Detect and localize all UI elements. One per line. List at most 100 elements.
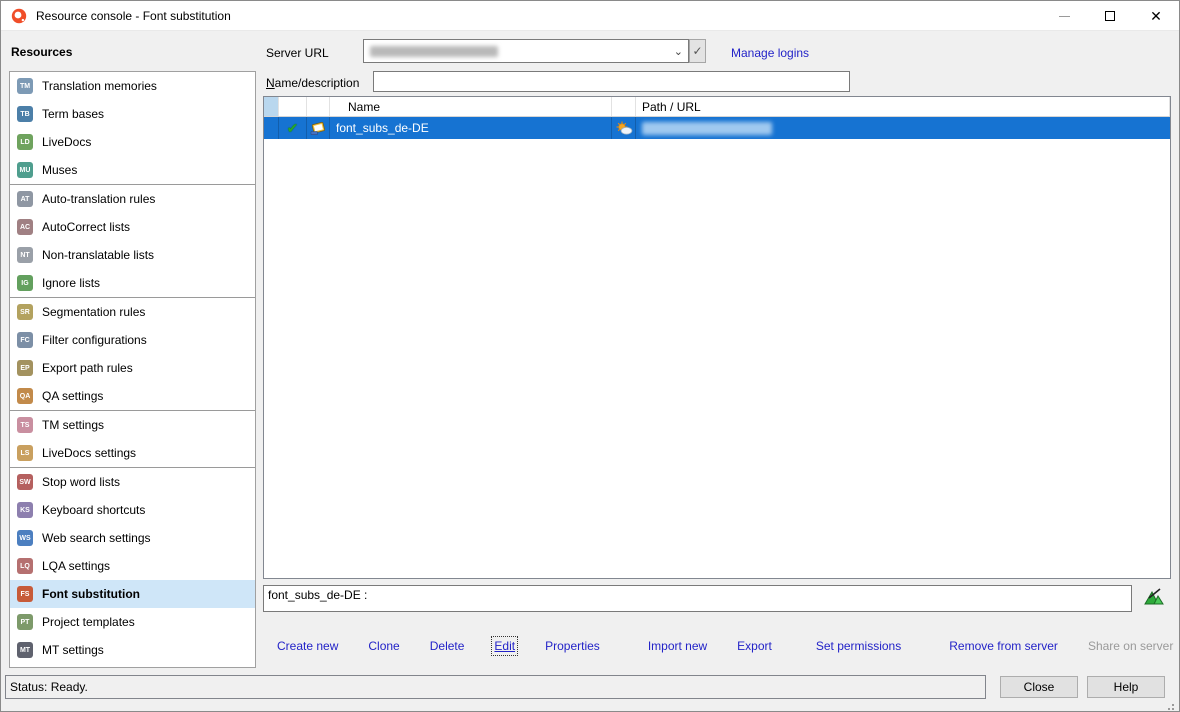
muses-icon: MU bbox=[17, 162, 33, 178]
apply-description-button[interactable] bbox=[1143, 587, 1165, 607]
sidebar-item-translation-memories[interactable]: TM Translation memories bbox=[10, 72, 255, 100]
term-bases-icon: TB bbox=[17, 106, 33, 122]
sidebar-item-label: LiveDocs settings bbox=[42, 446, 137, 460]
chevron-down-icon: ⌄ bbox=[673, 46, 683, 58]
table-row[interactable]: ✔ font_subs_de-DE bbox=[264, 117, 1170, 139]
properties-link[interactable]: Properties bbox=[545, 639, 600, 653]
name-description-mnemonic: N bbox=[266, 76, 275, 90]
close-window-button[interactable]: ✕ bbox=[1133, 1, 1179, 31]
sidebar-item-label: Ignore lists bbox=[42, 276, 101, 290]
cloud-resource-icon bbox=[616, 121, 632, 135]
manage-logins-link[interactable]: Manage logins bbox=[731, 46, 809, 60]
sidebar-item-label: Stop word lists bbox=[42, 475, 121, 489]
edit-link[interactable]: Edit bbox=[491, 636, 519, 656]
sidebar-item-label: Font substitution bbox=[42, 587, 140, 601]
mt-settings-icon: MT bbox=[17, 642, 33, 658]
resource-type-icon bbox=[310, 121, 325, 135]
sidebar-item-label: AutoCorrect lists bbox=[42, 220, 131, 234]
maximize-icon bbox=[1105, 11, 1115, 21]
name-description-input[interactable] bbox=[373, 71, 850, 92]
clone-link[interactable]: Clone bbox=[368, 639, 399, 653]
sidebar-item-project-templates[interactable]: PT Project templates bbox=[10, 608, 255, 636]
sidebar-item-web-search-settings[interactable]: WS Web search settings bbox=[10, 524, 255, 552]
close-button[interactable]: Close bbox=[1000, 676, 1078, 698]
sidebar-item-auto-translation-rules[interactable]: AT Auto-translation rules bbox=[10, 185, 255, 213]
keyboard-shortcuts-icon: KS bbox=[17, 502, 33, 518]
resource-console-window: Resource console - Font substitution ✕ R… bbox=[0, 0, 1180, 712]
sidebar-item-qa-settings[interactable]: QA QA settings bbox=[10, 382, 255, 410]
table-header-type[interactable] bbox=[307, 97, 330, 116]
sidebar-item-label: Non-translatable lists bbox=[42, 248, 155, 262]
import-new-link[interactable]: Import new bbox=[648, 639, 707, 653]
table-header-row: Name Path / URL bbox=[264, 97, 1170, 117]
sidebar-item-stop-word-lists[interactable]: SW Stop word lists bbox=[10, 468, 255, 496]
titlebar: Resource console - Font substitution ✕ bbox=[1, 1, 1179, 31]
sidebar-item-tm-settings[interactable]: TS TM settings bbox=[10, 411, 255, 439]
remove-from-server-link[interactable]: Remove from server bbox=[949, 639, 1058, 653]
table-header-name[interactable]: Name bbox=[330, 97, 612, 116]
livedocs-icon: LD bbox=[17, 134, 33, 150]
project-templates-icon: PT bbox=[17, 614, 33, 630]
delete-link[interactable]: Delete bbox=[430, 639, 465, 653]
apply-description-icon bbox=[1144, 588, 1164, 605]
sidebar-item-label: Muses bbox=[42, 163, 78, 177]
help-button[interactable]: Help bbox=[1087, 676, 1165, 698]
sidebar-item-mt-settings[interactable]: MT MT settings bbox=[10, 636, 255, 664]
resource-description-box[interactable]: font_subs_de-DE : bbox=[263, 585, 1132, 612]
row-path-cell bbox=[636, 117, 1170, 139]
resource-table: Name Path / URL ✔ font_subs_de-DE bbox=[263, 96, 1171, 579]
export-path-rules-icon: EP bbox=[17, 360, 33, 376]
sidebar-item-livedocs-settings[interactable]: LS LiveDocs settings bbox=[10, 439, 255, 467]
server-select-button[interactable]: ✓ bbox=[689, 39, 706, 63]
sidebar-item-livedocs[interactable]: LD LiveDocs bbox=[10, 128, 255, 156]
table-header-status[interactable] bbox=[279, 97, 307, 116]
sidebar-item-label: TM settings bbox=[42, 418, 105, 432]
server-url-label: Server URL bbox=[266, 46, 329, 60]
sidebar-item-font-substitution[interactable]: FS Font substitution bbox=[10, 580, 255, 608]
qa-settings-icon: QA bbox=[17, 388, 33, 404]
server-url-combobox[interactable]: ⌄ bbox=[363, 39, 689, 63]
auto-translation-rules-icon: AT bbox=[17, 191, 33, 207]
sidebar-item-ignore-lists[interactable]: IG Ignore lists bbox=[10, 269, 255, 297]
export-link[interactable]: Export bbox=[737, 639, 772, 653]
sidebar-item-autocorrect-lists[interactable]: AC AutoCorrect lists bbox=[10, 213, 255, 241]
autocorrect-lists-icon: AC bbox=[17, 219, 33, 235]
resize-grip[interactable] bbox=[1172, 704, 1174, 706]
check-icon: ✓ bbox=[692, 44, 703, 58]
enabled-check-icon: ✔ bbox=[286, 119, 299, 136]
sidebar-item-label: Export path rules bbox=[42, 361, 133, 375]
sidebar-item-filter-configurations[interactable]: FC Filter configurations bbox=[10, 326, 255, 354]
set-permissions-link[interactable]: Set permissions bbox=[816, 639, 901, 653]
resource-toolbar: Create new Clone Delete Edit Properties Impor… bbox=[263, 629, 1173, 663]
sidebar-item-label: Web search settings bbox=[42, 531, 151, 545]
sidebar-item-label: LQA settings bbox=[42, 559, 111, 573]
row-status-cell: ✔ bbox=[279, 117, 307, 139]
table-header-path[interactable]: Path / URL bbox=[636, 97, 1170, 116]
translation-memories-icon: TM bbox=[17, 78, 33, 94]
share-on-server-link: Share on server bbox=[1087, 639, 1174, 653]
sidebar-item-label: Translation memories bbox=[42, 79, 157, 93]
lqa-settings-icon: LQ bbox=[17, 558, 33, 574]
sidebar-item-label: QA settings bbox=[42, 389, 104, 403]
sidebar-item-term-bases[interactable]: TB Term bases bbox=[10, 100, 255, 128]
font-substitution-icon: FS bbox=[17, 586, 33, 602]
status-bar: Status: Ready. bbox=[5, 675, 986, 699]
server-url-redacted-value bbox=[370, 45, 498, 57]
web-search-settings-icon: WS bbox=[17, 530, 33, 546]
livedocs-settings-icon: LS bbox=[17, 445, 33, 461]
tm-settings-icon: TS bbox=[17, 417, 33, 433]
sidebar-item-non-translatable-lists[interactable]: NT Non-translatable lists bbox=[10, 241, 255, 269]
sidebar-item-segmentation-rules[interactable]: SR Segmentation rules bbox=[10, 298, 255, 326]
row-location-cell bbox=[612, 117, 636, 139]
sidebar-item-export-path-rules[interactable]: EP Export path rules bbox=[10, 354, 255, 382]
maximize-button[interactable] bbox=[1087, 1, 1133, 31]
sidebar-item-keyboard-shortcuts[interactable]: KS Keyboard shortcuts bbox=[10, 496, 255, 524]
table-header-location[interactable] bbox=[612, 97, 636, 116]
sidebar-item-muses[interactable]: MU Muses bbox=[10, 156, 255, 184]
create-new-link[interactable]: Create new bbox=[277, 639, 338, 653]
minimize-button[interactable] bbox=[1041, 1, 1087, 31]
window-title: Resource console - Font substitution bbox=[36, 8, 231, 23]
sidebar-item-lqa-settings[interactable]: LQ LQA settings bbox=[10, 552, 255, 580]
sidebar-item-label: Term bases bbox=[42, 107, 105, 121]
table-header-selector[interactable] bbox=[264, 97, 279, 116]
